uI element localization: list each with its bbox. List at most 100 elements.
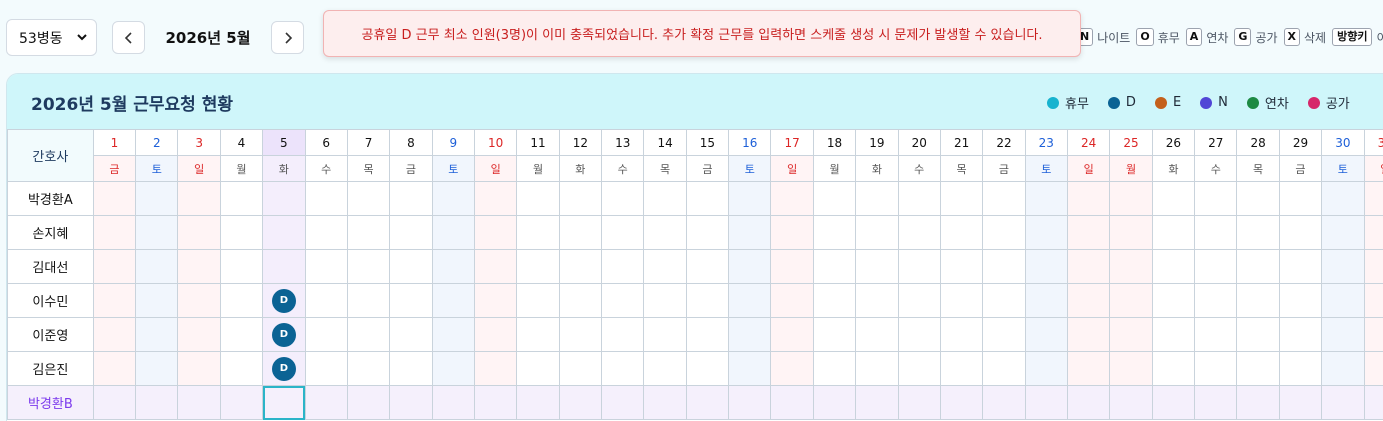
- schedule-cell[interactable]: [304, 249, 348, 284]
- next-month-button[interactable]: [271, 21, 304, 54]
- schedule-cell[interactable]: [262, 215, 306, 250]
- schedule-cell[interactable]: [431, 385, 475, 420]
- schedule-cell[interactable]: [1024, 283, 1069, 318]
- schedule-cell[interactable]: [982, 351, 1026, 386]
- schedule-cell[interactable]: [473, 283, 518, 318]
- schedule-cell[interactable]: [770, 317, 814, 352]
- schedule-cell[interactable]: [516, 317, 560, 352]
- schedule-cell[interactable]: [1321, 351, 1365, 386]
- schedule-cell[interactable]: [558, 317, 603, 352]
- schedule-cell[interactable]: [92, 283, 137, 318]
- schedule-cell[interactable]: [939, 215, 984, 250]
- schedule-cell[interactable]: [1321, 249, 1365, 284]
- day-number[interactable]: 2: [135, 129, 179, 156]
- schedule-cell[interactable]: [346, 283, 391, 318]
- schedule-cell[interactable]: [1278, 181, 1323, 216]
- schedule-cell[interactable]: [897, 317, 941, 352]
- schedule-cell[interactable]: [92, 181, 137, 216]
- schedule-cell[interactable]: [389, 215, 433, 250]
- schedule-cell[interactable]: [1066, 351, 1111, 386]
- schedule-cell[interactable]: [1151, 385, 1196, 420]
- schedule-cell[interactable]: [135, 181, 179, 216]
- day-number[interactable]: 23: [1024, 129, 1069, 156]
- schedule-cell[interactable]: [1109, 385, 1153, 420]
- schedule-cell[interactable]: [558, 283, 603, 318]
- schedule-cell[interactable]: [1151, 283, 1196, 318]
- schedule-cell[interactable]: [1024, 249, 1069, 284]
- schedule-cell[interactable]: [431, 215, 475, 250]
- schedule-cell[interactable]: [855, 317, 899, 352]
- schedule-cell[interactable]: [643, 283, 687, 318]
- schedule-cell[interactable]: [1321, 283, 1365, 318]
- schedule-cell[interactable]: [685, 351, 730, 386]
- day-number[interactable]: 1: [92, 129, 137, 156]
- schedule-cell[interactable]: [1151, 249, 1196, 284]
- schedule-cell[interactable]: [770, 181, 814, 216]
- day-number[interactable]: 31: [1363, 129, 1383, 156]
- schedule-cell[interactable]: [135, 351, 179, 386]
- schedule-cell[interactable]: [431, 351, 475, 386]
- day-number[interactable]: 10: [473, 129, 518, 156]
- schedule-cell[interactable]: D: [262, 351, 306, 386]
- schedule-cell[interactable]: [177, 317, 221, 352]
- schedule-cell[interactable]: [685, 385, 730, 420]
- schedule-cell[interactable]: [516, 215, 560, 250]
- schedule-cell[interactable]: [643, 215, 687, 250]
- schedule-cell[interactable]: [1024, 385, 1069, 420]
- schedule-cell[interactable]: [1278, 351, 1323, 386]
- ward-select[interactable]: 53병동: [6, 19, 97, 56]
- schedule-cell[interactable]: [770, 215, 814, 250]
- schedule-cell[interactable]: [685, 283, 730, 318]
- day-number[interactable]: 14: [643, 129, 687, 156]
- schedule-cell[interactable]: [473, 351, 518, 386]
- day-number[interactable]: 19: [855, 129, 899, 156]
- schedule-cell[interactable]: [1363, 181, 1383, 216]
- schedule-cell[interactable]: [1278, 385, 1323, 420]
- schedule-cell[interactable]: [643, 249, 687, 284]
- schedule-cell[interactable]: [1066, 215, 1111, 250]
- schedule-cell[interactable]: [177, 181, 221, 216]
- schedule-cell[interactable]: [855, 215, 899, 250]
- schedule-cell[interactable]: [939, 249, 984, 284]
- schedule-cell[interactable]: [558, 249, 603, 284]
- day-number[interactable]: 16: [728, 129, 772, 156]
- schedule-cell[interactable]: [1066, 385, 1111, 420]
- schedule-cell[interactable]: [1363, 351, 1383, 386]
- schedule-cell[interactable]: [897, 181, 941, 216]
- schedule-cell[interactable]: [516, 181, 560, 216]
- schedule-cell[interactable]: [685, 181, 730, 216]
- schedule-cell[interactable]: [1194, 283, 1238, 318]
- day-number[interactable]: 8: [389, 129, 433, 156]
- schedule-cell[interactable]: [728, 215, 772, 250]
- schedule-cell[interactable]: [1194, 385, 1238, 420]
- schedule-cell[interactable]: [939, 283, 984, 318]
- schedule-cell[interactable]: [346, 215, 391, 250]
- schedule-cell[interactable]: [897, 351, 941, 386]
- schedule-cell[interactable]: [1194, 249, 1238, 284]
- schedule-cell[interactable]: [855, 249, 899, 284]
- schedule-cell[interactable]: [685, 215, 730, 250]
- schedule-cell[interactable]: [1151, 181, 1196, 216]
- schedule-cell[interactable]: [473, 317, 518, 352]
- schedule-cell[interactable]: [812, 215, 857, 250]
- schedule-cell[interactable]: [1321, 317, 1365, 352]
- schedule-cell[interactable]: [770, 249, 814, 284]
- day-number[interactable]: 7: [346, 129, 391, 156]
- schedule-cell[interactable]: [1109, 317, 1153, 352]
- schedule-cell[interactable]: [346, 249, 391, 284]
- shift-badge[interactable]: D: [271, 288, 296, 313]
- schedule-cell[interactable]: [1278, 215, 1323, 250]
- schedule-cell[interactable]: [1321, 385, 1365, 420]
- schedule-cell[interactable]: [389, 317, 433, 352]
- schedule-cell[interactable]: [346, 385, 391, 420]
- schedule-cell[interactable]: [728, 249, 772, 284]
- schedule-cell[interactable]: [473, 385, 518, 420]
- day-number[interactable]: 6: [304, 129, 348, 156]
- schedule-cell[interactable]: [1194, 351, 1238, 386]
- schedule-cell[interactable]: [346, 317, 391, 352]
- schedule-cell[interactable]: [219, 215, 264, 250]
- schedule-cell[interactable]: [1109, 215, 1153, 250]
- schedule-cell[interactable]: [728, 181, 772, 216]
- schedule-cell[interactable]: [389, 181, 433, 216]
- schedule-cell[interactable]: [1109, 181, 1153, 216]
